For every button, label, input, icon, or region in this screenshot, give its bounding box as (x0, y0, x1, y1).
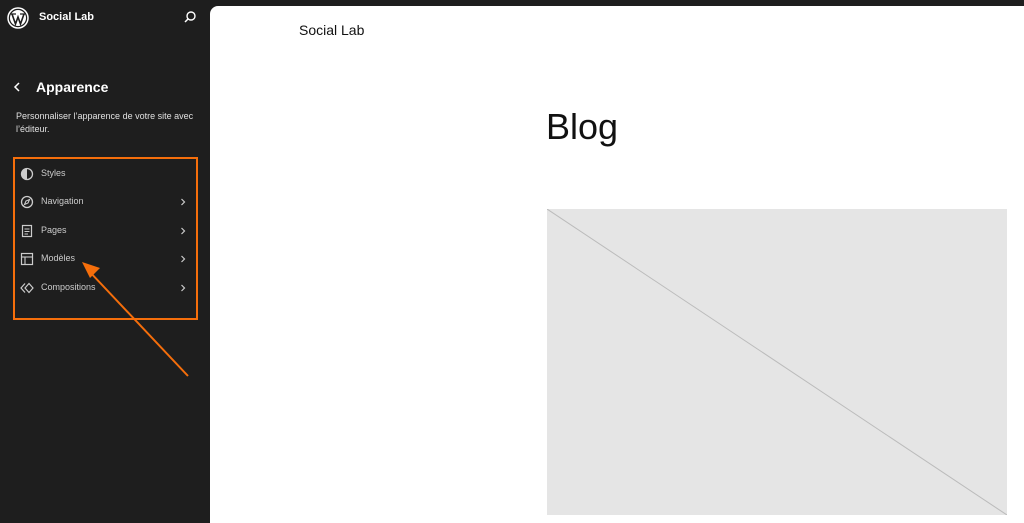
featured-image-placeholder[interactable] (547, 209, 1007, 515)
menu-item-label: Styles (41, 168, 66, 178)
canvas-site-title[interactable]: Social Lab (299, 22, 364, 38)
section-description: Personnaliser l’apparence de votre site … (16, 111, 194, 134)
back-button[interactable] (10, 80, 24, 94)
menu-item-navigation[interactable]: Navigation (17, 190, 196, 214)
compass-icon (20, 195, 34, 209)
annotation-arrow-icon (82, 262, 189, 377)
symbol-icon (20, 282, 34, 294)
editor-canvas[interactable]: Social Lab Blog (210, 6, 1024, 523)
page-title[interactable]: Blog (546, 106, 618, 148)
sidebar-topbar: Social Lab (0, 0, 210, 36)
menu-item-styles[interactable]: Styles (17, 162, 196, 186)
layout-icon (20, 252, 34, 266)
menu-item-label: Modèles (41, 253, 76, 263)
menu-item-label: Pages (41, 225, 67, 235)
menu-item-label: Navigation (41, 196, 84, 206)
menu-item-pages[interactable]: Pages (17, 219, 196, 243)
chevron-right-icon (181, 227, 186, 235)
chevron-right-icon (181, 198, 186, 206)
page-icon (21, 224, 33, 238)
wordpress-logo-icon[interactable] (7, 7, 29, 29)
section-title: Apparence (36, 79, 109, 95)
site-name[interactable]: Social Lab (39, 11, 94, 23)
half-circle-icon (20, 167, 34, 181)
placeholder-diagonal (547, 209, 1007, 515)
search-icon[interactable] (183, 10, 197, 24)
